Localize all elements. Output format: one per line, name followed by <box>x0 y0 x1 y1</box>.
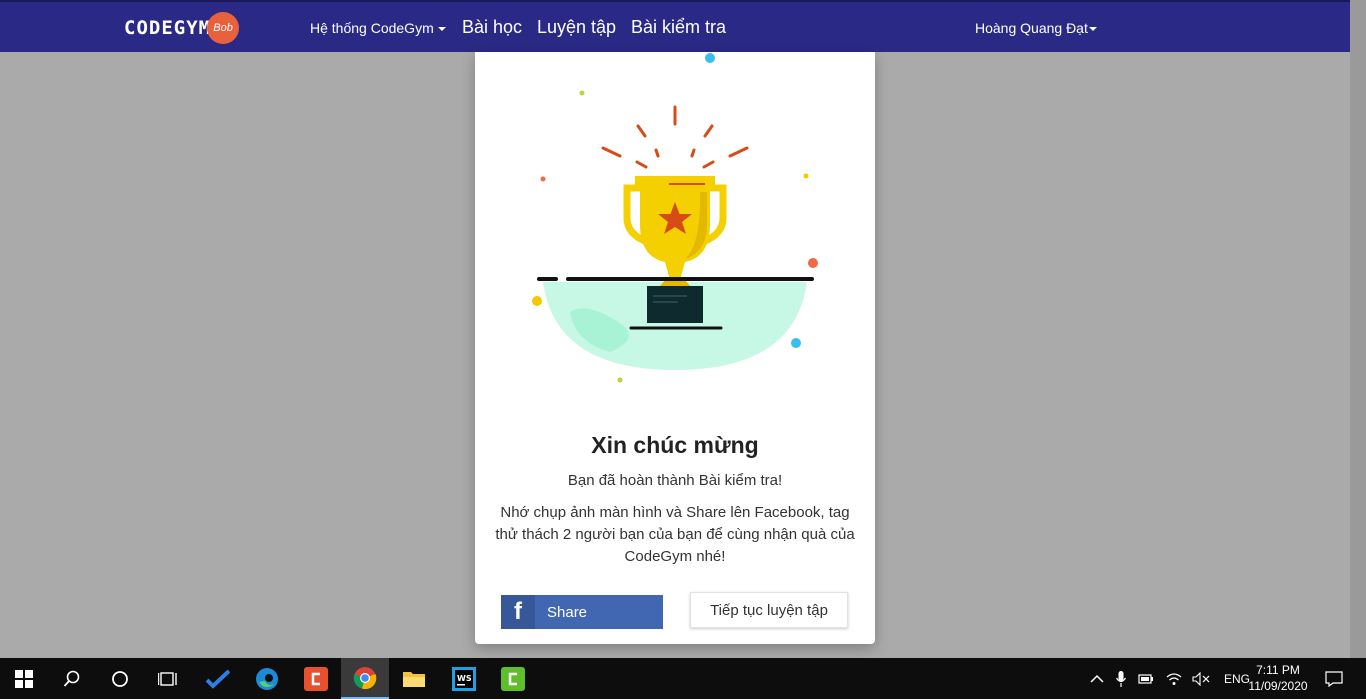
modal-subtitle: Bạn đã hoàn thành Bài kiểm tra! <box>567 472 783 489</box>
file-explorer-icon[interactable] <box>390 658 438 699</box>
caret-down-icon <box>1088 27 1097 32</box>
congratulations-modal: Xin chúc mừng Bạn đã hoàn thành Bài kiểm… <box>475 52 875 644</box>
trophy-illustration <box>532 53 818 383</box>
nav-bai-kiem-tra[interactable]: Bài kiểm tra <box>631 17 726 38</box>
nav-item-label: Hệ thống CodeGym <box>310 20 434 36</box>
continue-practice-button[interactable]: Tiếp tục luyện tập <box>690 592 848 628</box>
windows-taskbar: WS ENG 7:11 PM 11/09/2020 <box>0 658 1366 699</box>
modal-description: Nhớ chụp ảnh màn hình và Share lên Faceb… <box>495 504 855 565</box>
edge-icon[interactable] <box>243 658 291 699</box>
logo-text: CODEGYM <box>124 17 212 39</box>
top-navbar: CODEGYM Bob Hệ thống CodeGym Bài học Luy… <box>0 0 1350 52</box>
language-indicator[interactable]: ENG <box>1224 672 1250 686</box>
facebook-share-button[interactable]: f Share <box>501 595 663 629</box>
nav-bai-hoc[interactable]: Bài học <box>462 17 522 38</box>
webstorm-icon[interactable]: WS <box>440 658 488 699</box>
task-view-icon[interactable] <box>144 658 192 699</box>
windows-start-icon[interactable] <box>0 658 48 699</box>
nav-luyen-tap[interactable]: Luyện tập <box>537 17 616 38</box>
system-tray: ENG <box>1090 658 1250 699</box>
share-label: Share <box>547 603 588 621</box>
battery-icon[interactable] <box>1138 673 1154 685</box>
page-scrollbar[interactable] <box>1350 0 1366 658</box>
clock-time: 7:11 PM <box>1256 663 1300 677</box>
wifi-icon[interactable] <box>1166 672 1182 686</box>
camtasia-icon[interactable] <box>489 658 537 699</box>
notification-icon[interactable] <box>1310 658 1358 699</box>
volume-muted-icon[interactable] <box>1192 671 1210 686</box>
chrome-icon[interactable] <box>341 658 389 699</box>
taskbar-clock[interactable]: 7:11 PM 11/09/2020 <box>1248 662 1308 694</box>
codegym-app-icon[interactable] <box>292 658 340 699</box>
logo-badge: Bob <box>207 12 240 44</box>
svg-text:WS: WS <box>457 674 472 683</box>
caret-down-icon <box>437 27 446 32</box>
chevron-up-icon[interactable] <box>1090 674 1104 684</box>
facebook-icon: f <box>501 595 535 629</box>
todo-icon[interactable] <box>194 658 242 699</box>
user-menu[interactable]: Hoàng Quang Đạt <box>975 20 1097 36</box>
search-icon[interactable] <box>48 658 96 699</box>
cortana-icon[interactable] <box>96 658 144 699</box>
nav-he-thong-codegym[interactable]: Hệ thống CodeGym <box>310 20 446 36</box>
codegym-logo[interactable]: CODEGYM Bob <box>124 12 240 44</box>
microphone-icon[interactable] <box>1116 670 1126 687</box>
modal-title: Xin chúc mừng <box>591 432 759 458</box>
clock-date: 11/09/2020 <box>1248 679 1308 693</box>
user-name: Hoàng Quang Đạt <box>975 20 1088 36</box>
